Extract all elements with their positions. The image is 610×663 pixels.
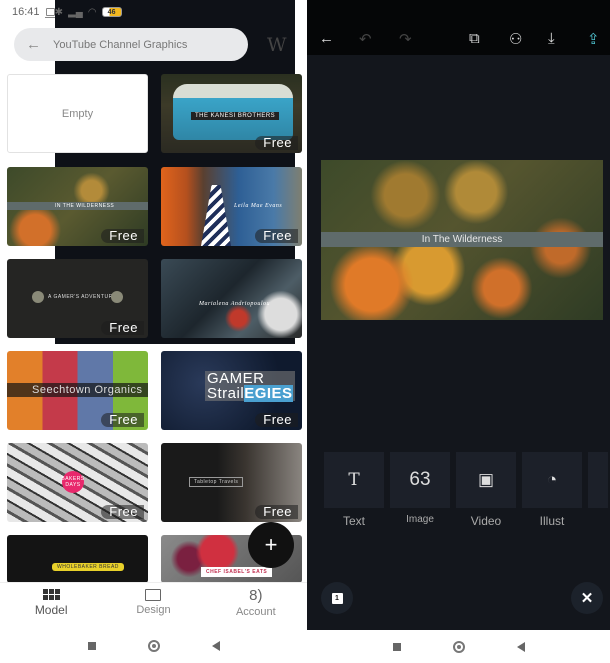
app-root: 16:41 ✱ ▂▄ ◠ 46 ← YouTube Channel Graphi… xyxy=(0,0,610,663)
template-card[interactable]: THE KANESI BROTHERS Free xyxy=(161,74,302,153)
template-card[interactable]: WHOLEBAKER BREAD xyxy=(7,535,148,583)
canvas-title-text[interactable]: In The Wilderness xyxy=(422,234,502,245)
illustration-icon: ◔ xyxy=(522,452,582,508)
template-title-line: StrailEGIES xyxy=(207,385,293,402)
free-badge: Free xyxy=(101,229,144,243)
undo-icon[interactable]: ↶ xyxy=(359,30,372,48)
template-title: IN THE WILDERNESS xyxy=(55,203,115,209)
template-card[interactable]: Seechtown Organics Free xyxy=(7,351,148,430)
back-icon[interactable] xyxy=(211,640,220,651)
system-nav-bar xyxy=(307,630,610,663)
template-title: GAMER StrailEGIES xyxy=(205,370,295,402)
design-canvas[interactable]: In The Wilderness xyxy=(321,160,603,320)
account-icon: 8) xyxy=(249,587,263,604)
nav-item-design[interactable]: Design xyxy=(102,583,204,628)
brand-logo-icon[interactable]: W xyxy=(267,34,287,56)
grid-icon xyxy=(42,589,60,600)
laptop-icon xyxy=(44,8,58,18)
free-badge: Free xyxy=(255,136,298,150)
back-icon[interactable] xyxy=(516,641,525,652)
redo-icon[interactable]: ↷ xyxy=(399,30,412,48)
nav-item-model[interactable]: Model xyxy=(0,583,102,628)
image-icon: 63 xyxy=(390,452,450,508)
editor-toolbar: ← ↶ ↷ ⧉ ⚇ ⤓ ⇪ xyxy=(307,0,610,55)
tool-text[interactable]: T Text xyxy=(324,452,384,528)
free-badge: Free xyxy=(101,505,144,519)
tool-image[interactable]: 63 Image xyxy=(390,452,450,528)
video-icon: ▣ xyxy=(456,452,516,508)
template-card[interactable]: GAMER StrailEGIES Free xyxy=(161,351,302,430)
signal-icon: ▂▄ xyxy=(68,6,83,18)
page-number: 1 xyxy=(331,592,343,604)
template-title: Marialena Andriopoulou xyxy=(199,301,271,307)
battery-icon: 46 xyxy=(101,7,122,17)
collaborate-icon[interactable]: ⚇ xyxy=(509,30,522,48)
tool-video[interactable]: ▣ Video xyxy=(456,452,516,528)
insert-tools-row: T Text 63 Image ▣ Video ◔ Illust ▪ Stick… xyxy=(324,452,608,528)
template-card[interactable]: Tabletop Travels Free xyxy=(161,443,302,522)
template-card[interactable]: IN THE WILDERNESS Free xyxy=(7,167,148,246)
template-title: BAKERS DAYS xyxy=(61,471,84,493)
dpad-icon xyxy=(32,291,44,303)
free-badge: Free xyxy=(255,229,298,243)
template-title: Tabletop Travels xyxy=(189,477,244,487)
back-arrow-icon[interactable]: ← xyxy=(319,30,334,47)
tool-illust[interactable]: ◔ Illust xyxy=(522,452,582,528)
template-card[interactable]: A GAMER'S ADVENTURES Free xyxy=(7,259,148,338)
tool-label: Image xyxy=(406,514,434,525)
template-card[interactable]: Marialena Andriopoulou xyxy=(161,259,302,338)
folder-icon xyxy=(145,589,162,601)
status-time: 16:41 xyxy=(12,6,40,18)
recent-apps-icon[interactable] xyxy=(392,642,401,651)
template-label: Empty xyxy=(61,107,94,120)
nav-label: Account xyxy=(235,606,276,618)
free-badge: Free xyxy=(101,413,144,427)
bottom-nav: Model Design 8) Account xyxy=(0,582,307,628)
template-title-line: GAMER xyxy=(207,370,265,387)
tool-label: Illust xyxy=(539,514,565,528)
search-bar[interactable]: ← YouTube Channel Graphics xyxy=(14,28,248,61)
back-arrow-icon[interactable]: ← xyxy=(26,36,41,53)
free-badge: Free xyxy=(101,321,144,335)
wifi-icon: ◠ xyxy=(87,6,97,18)
recent-apps-icon[interactable] xyxy=(87,641,96,650)
create-fab-button[interactable]: + xyxy=(248,522,294,568)
canvas-title-banner[interactable]: In The Wilderness xyxy=(321,232,603,247)
buttons-icon xyxy=(111,291,123,303)
tool-label: Video xyxy=(470,514,502,528)
template-card[interactable]: BAKERS DAYS Free xyxy=(7,443,148,522)
editor-panel: ← ↶ ↷ ⧉ ⚇ ⤓ ⇪ In The Wilderness T Text 6… xyxy=(307,0,610,663)
close-button[interactable]: ✕ xyxy=(571,582,603,614)
template-browser-panel: 16:41 ✱ ▂▄ ◠ 46 ← YouTube Channel Graphi… xyxy=(0,0,307,663)
tool-label: Text xyxy=(342,514,365,528)
bluetooth-icon: ✱ xyxy=(54,6,64,18)
tool-sticker[interactable]: ▪ Sticker xyxy=(588,452,608,528)
nav-label: Model xyxy=(34,603,68,617)
text-icon: T xyxy=(324,452,384,508)
template-title: CHEF ISABEL'S EATS xyxy=(201,567,273,577)
sticker-icon: ▪ xyxy=(588,452,608,508)
template-title: Leila Mae Evans xyxy=(234,203,283,209)
template-title: A GAMER'S ADVENTURES xyxy=(48,294,121,300)
layers-icon[interactable]: ⧉ xyxy=(469,30,480,47)
nav-item-account[interactable]: 8) Account xyxy=(205,583,307,628)
home-icon[interactable] xyxy=(452,640,465,653)
template-title: THE KANESI BROTHERS xyxy=(191,112,280,120)
download-icon[interactable]: ⤓ xyxy=(548,30,555,47)
home-icon[interactable] xyxy=(147,639,160,652)
free-badge: Free xyxy=(255,505,298,519)
status-bar: 16:41 ✱ ▂▄ ◠ 46 xyxy=(0,0,307,344)
pages-button[interactable]: 1 xyxy=(321,582,353,614)
nav-label: Design xyxy=(136,604,171,616)
template-title: Seechtown Organics xyxy=(32,384,143,396)
search-input[interactable]: YouTube Channel Graphics xyxy=(53,39,187,51)
system-nav-bar xyxy=(0,628,307,663)
template-card[interactable]: Leila Mae Evans Free xyxy=(161,167,302,246)
free-badge: Free xyxy=(255,413,298,427)
template-title: WHOLEBAKER BREAD xyxy=(52,563,124,571)
dress-figure xyxy=(201,185,231,246)
template-card-empty[interactable]: Empty xyxy=(7,74,148,153)
editor-canvas-area xyxy=(307,55,610,630)
share-icon[interactable]: ⇪ xyxy=(587,30,600,48)
